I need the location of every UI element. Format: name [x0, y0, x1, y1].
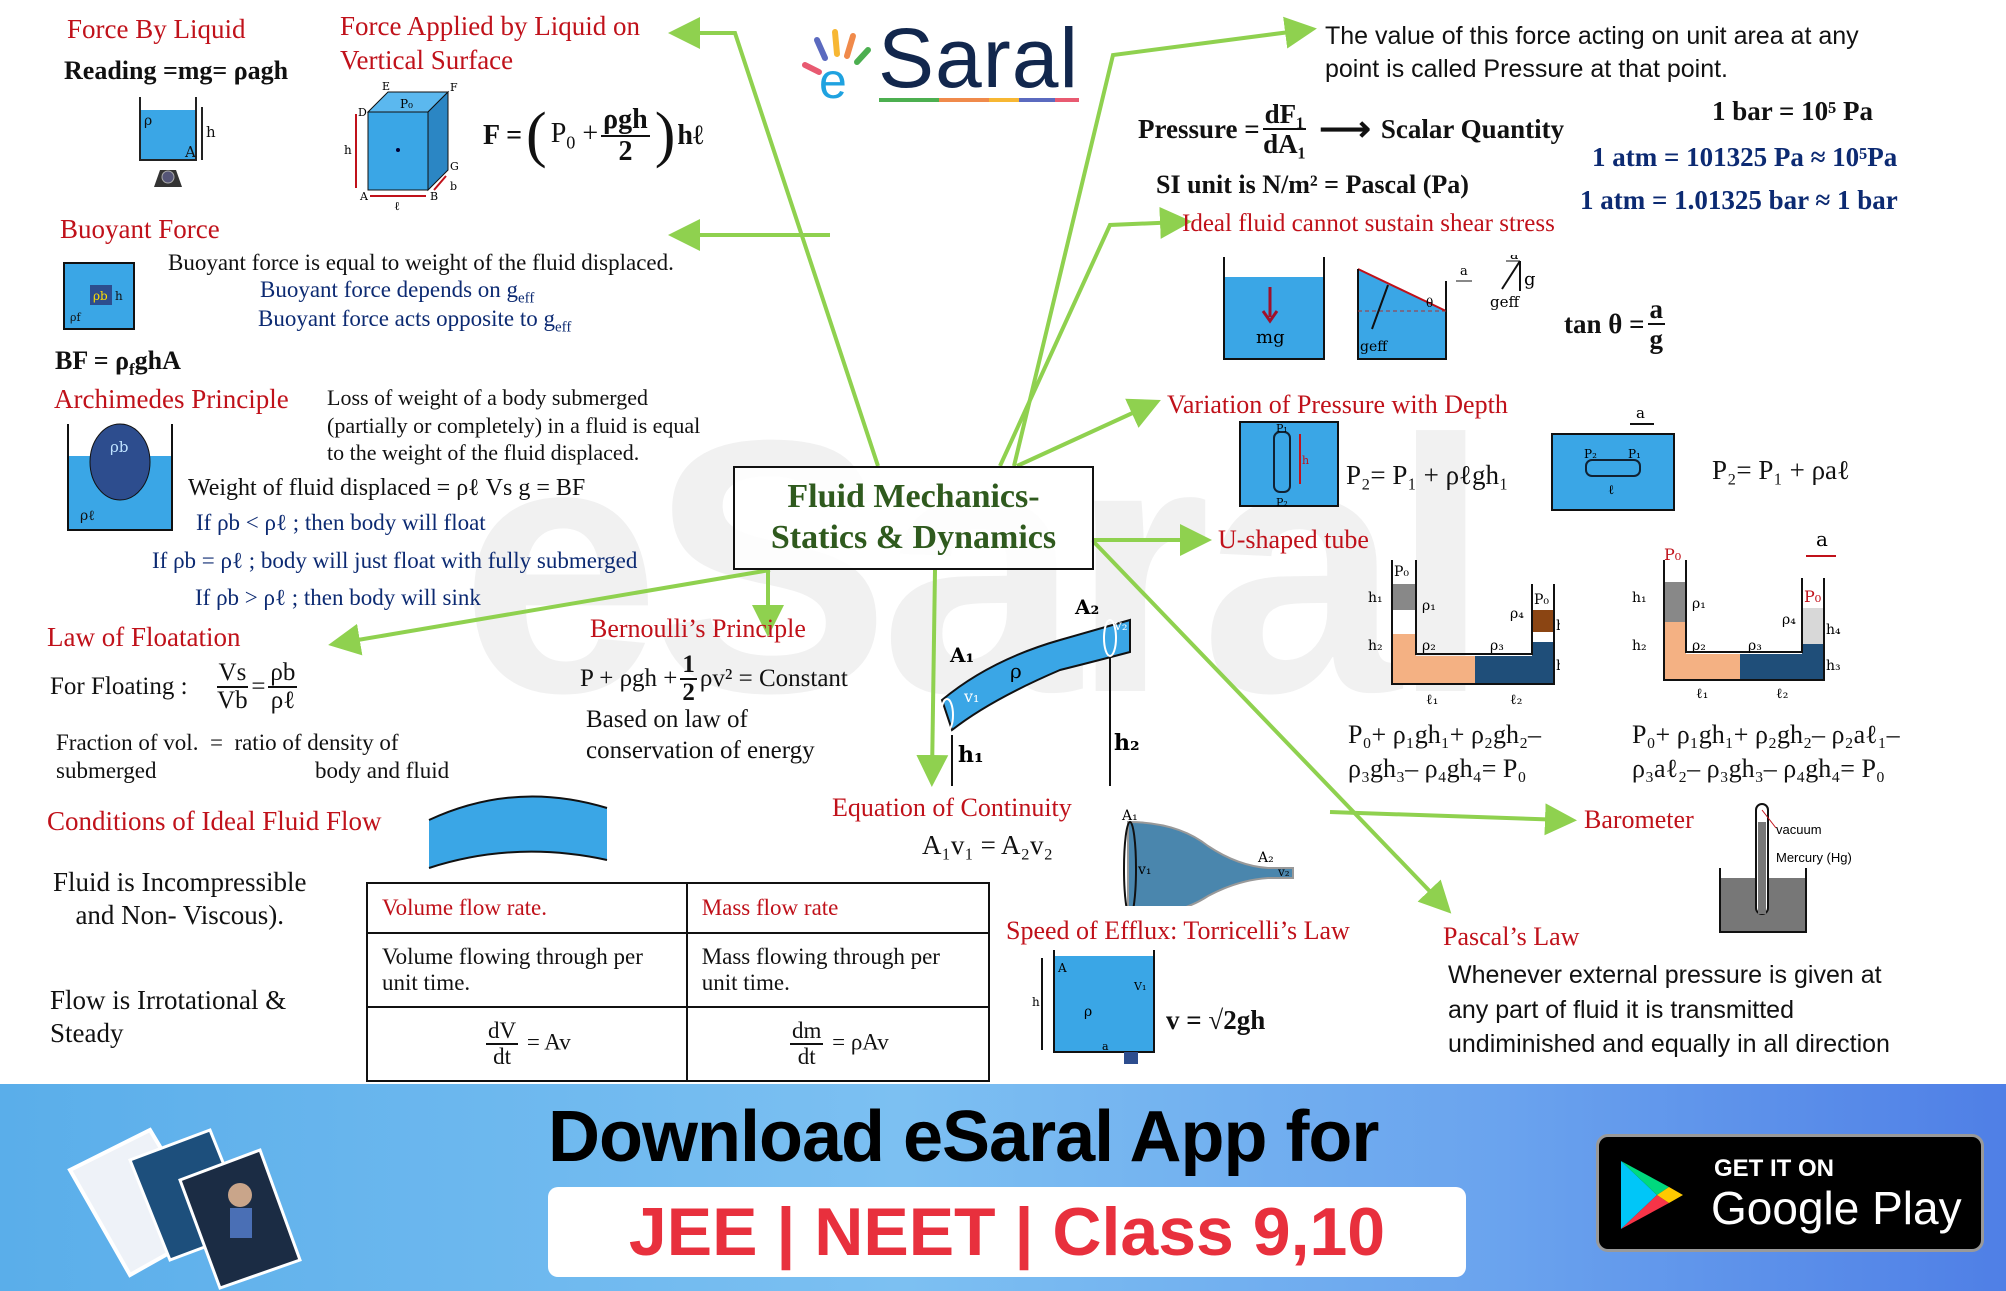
table-header-volume: Volume flow rate. — [366, 882, 688, 934]
tablet-app-preview-image — [67, 1127, 302, 1290]
central-topic: Fluid Mechanics- Statics & Dynamics — [733, 466, 1094, 570]
table-row: Volume flowing through per unit time. Ma… — [366, 932, 991, 1008]
google-play-icon — [1621, 1161, 1683, 1229]
flow-rate-table: Volume flow rate. Mass flow rate Volume … — [366, 882, 991, 1082]
esaral-logo: e Saral — [793, 10, 1083, 105]
exam-tagline-box: JEE | NEET | Class 9,10 — [548, 1187, 1466, 1277]
table-cell-volume-desc: Volume flowing through per unit time. — [366, 932, 688, 1008]
google-play-button[interactable]: GET IT ON Google Play — [1596, 1134, 1984, 1252]
store-line1: GET IT ON — [1714, 1155, 1834, 1182]
table-cell-volume-formula: dV dt = Av — [366, 1006, 688, 1082]
hand-logo-icon: e — [802, 29, 871, 100]
exam-tagline: JEE | NEET | Class 9,10 — [628, 1194, 1386, 1270]
table-cell-mass-formula: dm dt = ρAv — [685, 1006, 991, 1082]
table-cell-mass-desc: Mass flowing through per unit time. — [685, 932, 991, 1008]
table-header-mass: Mass flow rate — [685, 882, 991, 934]
arrow-to-pascal — [1090, 538, 1452, 914]
logo-wordmark: Saral — [878, 11, 1080, 105]
table-row: dV dt = Av dm dt = ρAv — [366, 1006, 991, 1082]
arrow-to-floatation — [328, 568, 771, 656]
arrow-to-barometer — [1329, 803, 1577, 836]
central-topic-line1: Fluid Mechanics- — [787, 478, 1040, 516]
arrow-to-depth — [1016, 398, 1161, 468]
logo-stripe — [879, 98, 1079, 102]
download-title: Download eSaral App for — [548, 1097, 1379, 1177]
central-topic-line2: Statics & Dynamics — [770, 519, 1057, 556]
arrow-to-continuity — [916, 569, 949, 787]
store-line2: Google Play — [1711, 1182, 1962, 1234]
table-header-row: Volume flow rate. Mass flow rate — [366, 882, 991, 934]
svg-text:e: e — [819, 53, 847, 100]
arrow-to-shear — [998, 206, 1192, 467]
